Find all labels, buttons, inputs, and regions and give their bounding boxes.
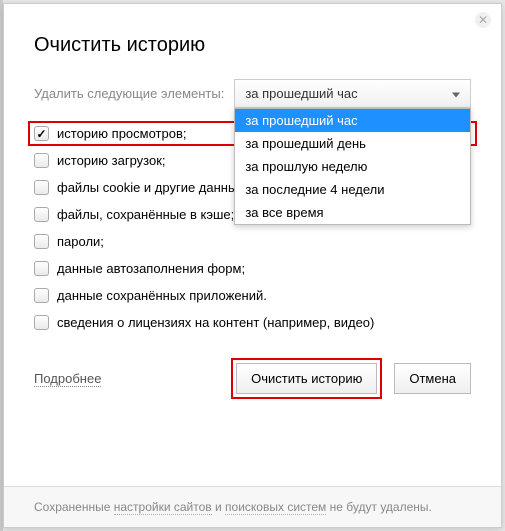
check-label: историю загрузок; xyxy=(57,153,166,168)
close-icon: ✕ xyxy=(478,13,488,27)
check-row-autofill[interactable]: данные автозаполнения форм; xyxy=(34,261,471,276)
time-range-option[interactable]: за прошедший час xyxy=(235,109,470,132)
time-range-option[interactable]: за последние 4 недели xyxy=(235,178,470,201)
checkbox[interactable] xyxy=(34,126,49,141)
check-label: файлы, сохранённые в кэше; xyxy=(57,207,234,222)
time-range-select[interactable]: за прошедший час за прошедший час за про… xyxy=(234,79,471,108)
chevron-down-icon xyxy=(452,92,460,97)
checkbox[interactable] xyxy=(34,234,49,249)
search-systems-link[interactable]: поисковых систем xyxy=(225,500,326,515)
checkbox[interactable] xyxy=(34,207,49,222)
checkbox[interactable] xyxy=(34,261,49,276)
time-range-selected-value: за прошедший час xyxy=(245,86,357,101)
footer-note: Сохраненные настройки сайтов и поисковых… xyxy=(4,486,501,527)
footer-text: не будут удалены. xyxy=(326,500,432,514)
time-range-option[interactable]: за прошедший день xyxy=(235,132,470,155)
footer-text: Сохраненные xyxy=(34,500,114,514)
check-row-content-licenses[interactable]: сведения о лицензиях на контент (наприме… xyxy=(34,315,471,330)
close-button[interactable]: ✕ xyxy=(475,12,491,28)
footer-text: и xyxy=(212,500,225,514)
time-range-option[interactable]: за прошлую неделю xyxy=(235,155,470,178)
checkbox[interactable] xyxy=(34,315,49,330)
check-row-passwords[interactable]: пароли; xyxy=(34,234,471,249)
clear-history-dialog: ✕ Очистить историю Удалить следующие эле… xyxy=(3,3,502,528)
checkbox[interactable] xyxy=(34,153,49,168)
checkbox[interactable] xyxy=(34,288,49,303)
check-label: сведения о лицензиях на контент (наприме… xyxy=(57,315,374,330)
time-range-label: Удалить следующие элементы: xyxy=(34,86,224,101)
check-label: пароли; xyxy=(57,234,104,249)
time-range-options: за прошедший час за прошедший день за пр… xyxy=(234,108,471,225)
checkbox[interactable] xyxy=(34,180,49,195)
site-settings-link[interactable]: настройки сайтов xyxy=(114,500,212,515)
check-label: историю просмотров; xyxy=(57,126,186,141)
clear-history-button[interactable]: Очистить историю xyxy=(236,363,377,394)
more-details-link[interactable]: Подробнее xyxy=(34,371,101,387)
time-range-option[interactable]: за все время xyxy=(235,201,470,224)
dialog-title: Очистить историю xyxy=(34,34,471,57)
check-row-app-data[interactable]: данные сохранённых приложений. xyxy=(34,288,471,303)
check-label: данные сохранённых приложений. xyxy=(57,288,267,303)
check-label: данные автозаполнения форм; xyxy=(57,261,245,276)
cancel-button[interactable]: Отмена xyxy=(394,363,471,394)
